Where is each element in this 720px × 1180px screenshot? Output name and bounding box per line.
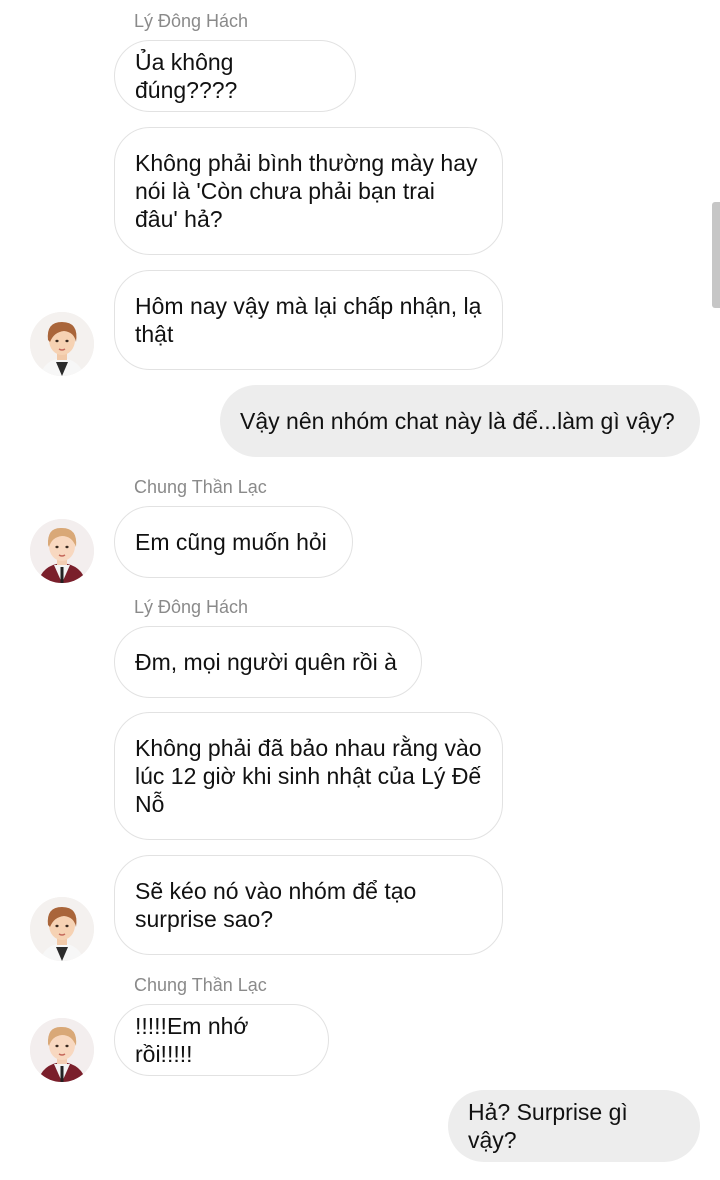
sender-name-donghyuck: Lý Đông Hách	[134, 597, 249, 617]
message-outgoing[interactable]: Vậy nên nhóm chat này là để...làm gì vậy…	[220, 385, 700, 457]
avatar-donghyuck[interactable]	[30, 312, 94, 376]
sender-name-donghyuck: Lý Đông Hách	[134, 11, 249, 31]
message-incoming[interactable]: Em cũng muốn hỏi	[114, 506, 353, 578]
avatar-chenle[interactable]	[30, 1018, 94, 1082]
avatar-chenle[interactable]	[30, 519, 94, 583]
scrollbar[interactable]	[712, 202, 720, 308]
sender-name-chenle: Chung Thần Lạc	[134, 477, 267, 497]
message-incoming[interactable]: Hôm nay vậy mà lại chấp nhận, lạ thật	[114, 270, 503, 370]
message-outgoing[interactable]: Hả? Surprise gì vậy?	[448, 1090, 700, 1162]
message-incoming[interactable]: Đm, mọi người quên rồi à	[114, 626, 422, 698]
message-incoming[interactable]: Sẽ kéo nó vào nhóm để tạo surprise sao?	[114, 855, 503, 955]
avatar-donghyuck[interactable]	[30, 897, 94, 961]
message-incoming[interactable]: Không phải bình thường mày hay nói là 'C…	[114, 127, 503, 255]
message-incoming[interactable]: Ủa không đúng????	[114, 40, 356, 112]
sender-name-chenle: Chung Thần Lạc	[134, 975, 267, 995]
message-incoming[interactable]: !!!!!Em nhớ rồi!!!!!	[114, 1004, 329, 1076]
message-incoming[interactable]: Không phải đã bảo nhau rằng vào lúc 12 g…	[114, 712, 503, 840]
